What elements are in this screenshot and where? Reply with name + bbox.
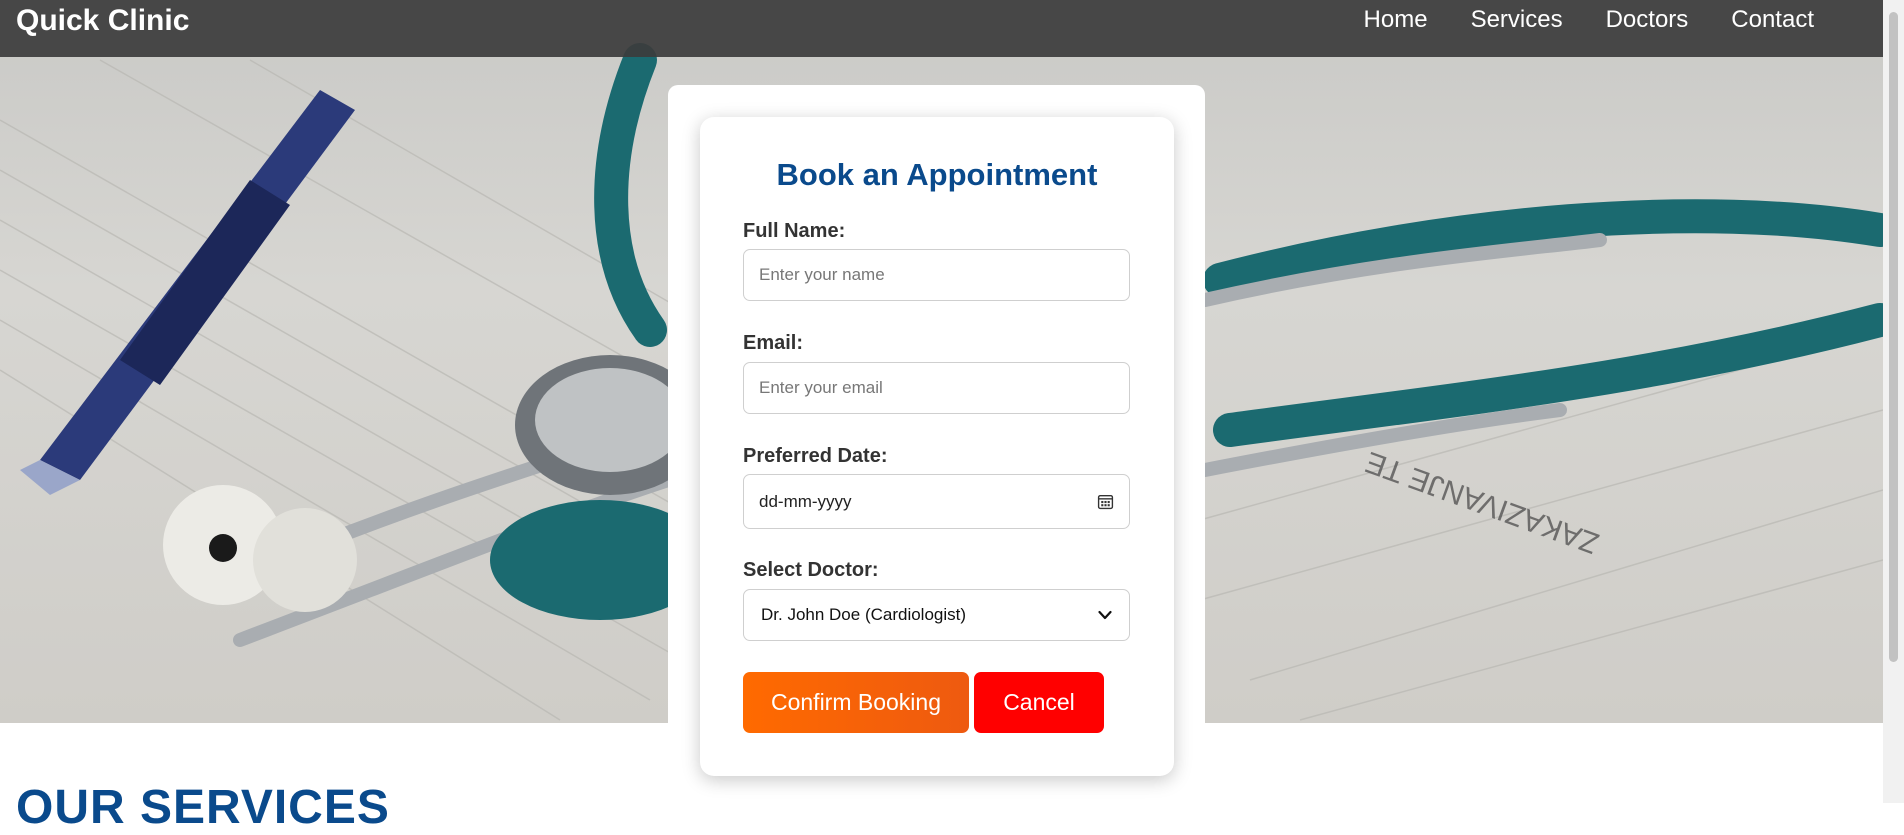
brand-logo[interactable]: Quick Clinic [16,4,189,38]
services-heading: OUR SERVICES [16,781,390,834]
name-input[interactable] [743,249,1130,301]
scroll-thumb[interactable] [1889,12,1898,662]
calendar-icon[interactable] [1097,493,1114,510]
date-label: Preferred Date: [743,445,888,467]
svg-text:ZAKAZIVANJE TE: ZAKAZIVANJE TE [1361,445,1603,560]
nav-services[interactable]: Services [1471,6,1563,34]
form-title: Book an Appointment [776,157,1098,192]
confirm-booking-button[interactable]: Confirm Booking [743,672,969,733]
date-value: dd-mm-yyyy [759,491,852,511]
page-scrollbar[interactable] [1883,0,1904,803]
email-input[interactable] [743,362,1130,414]
email-label: Email: [743,332,804,354]
doctor-selected-value: Dr. John Doe (Cardiologist) [761,605,967,624]
nav-doctors[interactable]: Doctors [1606,6,1689,34]
cancel-button[interactable]: Cancel [974,672,1104,733]
nav-contact[interactable]: Contact [1731,6,1814,34]
nav-home[interactable]: Home [1364,6,1428,34]
chevron-down-icon [1098,610,1112,620]
booking-form-card: Book an Appointment Full Name: Email: Pr… [700,117,1174,776]
nav-links: Home Services Doctors Contact [1364,6,1814,34]
name-label: Full Name: [743,220,846,242]
date-input[interactable]: dd-mm-yyyy [743,474,1130,529]
doctor-label: Select Doctor: [743,559,879,581]
doctor-select[interactable]: Dr. John Doe (Cardiologist) [743,589,1130,641]
top-navbar: Quick Clinic Home Services Doctors Conta… [0,0,1883,57]
